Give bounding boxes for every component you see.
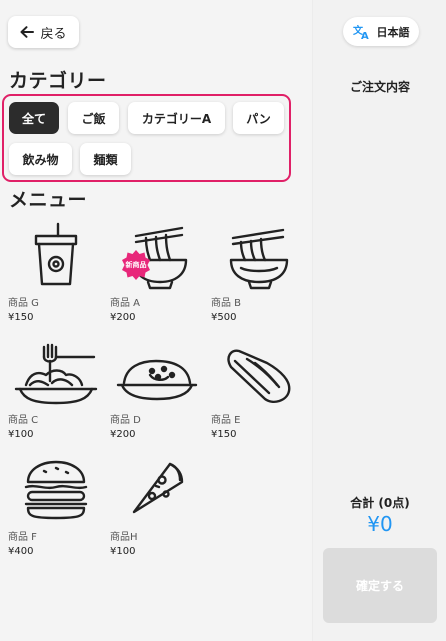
- menu-item-price: ¥150: [8, 312, 34, 323]
- language-button[interactable]: 文 A 日本語: [343, 17, 419, 46]
- menu-item-price: ¥400: [8, 546, 34, 557]
- menu-item-price: ¥150: [211, 429, 237, 440]
- menu-item-price: ¥500: [211, 312, 237, 323]
- menu-item-e[interactable]: 商品 E ¥150: [211, 337, 301, 443]
- menu-item-g[interactable]: 商品 G ¥150: [8, 220, 98, 326]
- main-panel: 戻る カテゴリー 全て ご飯 カテゴリーA パン 飲み物 麺類 メニュー 商品 …: [0, 0, 312, 641]
- category-chip-all[interactable]: 全て: [9, 102, 59, 134]
- menu-item-d[interactable]: 商品 D ¥200: [110, 337, 200, 443]
- back-button-label: 戻る: [40, 26, 67, 42]
- menu-item-name: 商品 A: [110, 298, 141, 309]
- arrow-left-icon: [20, 26, 35, 38]
- menu-item-a[interactable]: 新商品 商品 A ¥200: [110, 220, 200, 326]
- menu-item-name: 商品 E: [211, 415, 241, 426]
- menu-item-price: ¥100: [110, 546, 136, 557]
- menu-heading: メニュー: [9, 189, 88, 211]
- menu-item-name: 商品 D: [110, 415, 141, 426]
- drink-cup-icon: [8, 220, 98, 292]
- language-label: 日本語: [376, 25, 410, 39]
- menu-item-name: 商品 C: [8, 415, 39, 426]
- total-value: ¥0: [367, 512, 393, 536]
- category-chip-rice[interactable]: ご飯: [68, 102, 119, 134]
- menu-item-price: ¥100: [8, 429, 34, 440]
- category-chip-category-a[interactable]: カテゴリーA: [128, 102, 225, 134]
- menu-item-price: ¥200: [110, 429, 136, 440]
- category-chip-bread[interactable]: パン: [233, 102, 284, 134]
- menu-item-h[interactable]: 商品H ¥100: [110, 454, 200, 560]
- order-sidebar: 文 A 日本語 ご注文内容 合計 (0点) ¥0 確定する: [312, 0, 446, 641]
- confirm-button[interactable]: 確定する: [323, 548, 437, 623]
- noodle-bowl-icon: [211, 220, 301, 292]
- spaghetti-plate-icon: [8, 337, 98, 409]
- category-chip-drinks[interactable]: 飲み物: [9, 143, 72, 175]
- menu-item-name: 商品H: [110, 532, 138, 543]
- bread-loaf-icon: [211, 337, 301, 409]
- curry-plate-icon: [110, 337, 200, 409]
- new-product-badge: 新商品: [121, 250, 151, 280]
- category-chip-noodles[interactable]: 麺類: [80, 143, 131, 175]
- category-heading: カテゴリー: [9, 70, 107, 92]
- hamburger-icon: [8, 454, 98, 526]
- menu-item-c[interactable]: 商品 C ¥100: [8, 337, 98, 443]
- svg-text:A: A: [361, 31, 369, 40]
- menu-item-name: 商品 B: [211, 298, 242, 309]
- menu-item-b[interactable]: 商品 B ¥500: [211, 220, 301, 326]
- pizza-slice-icon: [110, 454, 200, 526]
- total-label: 合計 (0点): [350, 496, 410, 510]
- menu-item-price: ¥200: [110, 312, 136, 323]
- new-product-badge-label: 新商品: [125, 261, 147, 269]
- back-button[interactable]: 戻る: [8, 16, 79, 48]
- menu-item-name: 商品 G: [8, 298, 39, 309]
- menu-item-name: 商品 F: [8, 532, 37, 543]
- translate-icon: 文 A: [353, 24, 369, 40]
- order-title: ご注文内容: [349, 80, 410, 94]
- menu-item-f[interactable]: 商品 F ¥400: [8, 454, 98, 560]
